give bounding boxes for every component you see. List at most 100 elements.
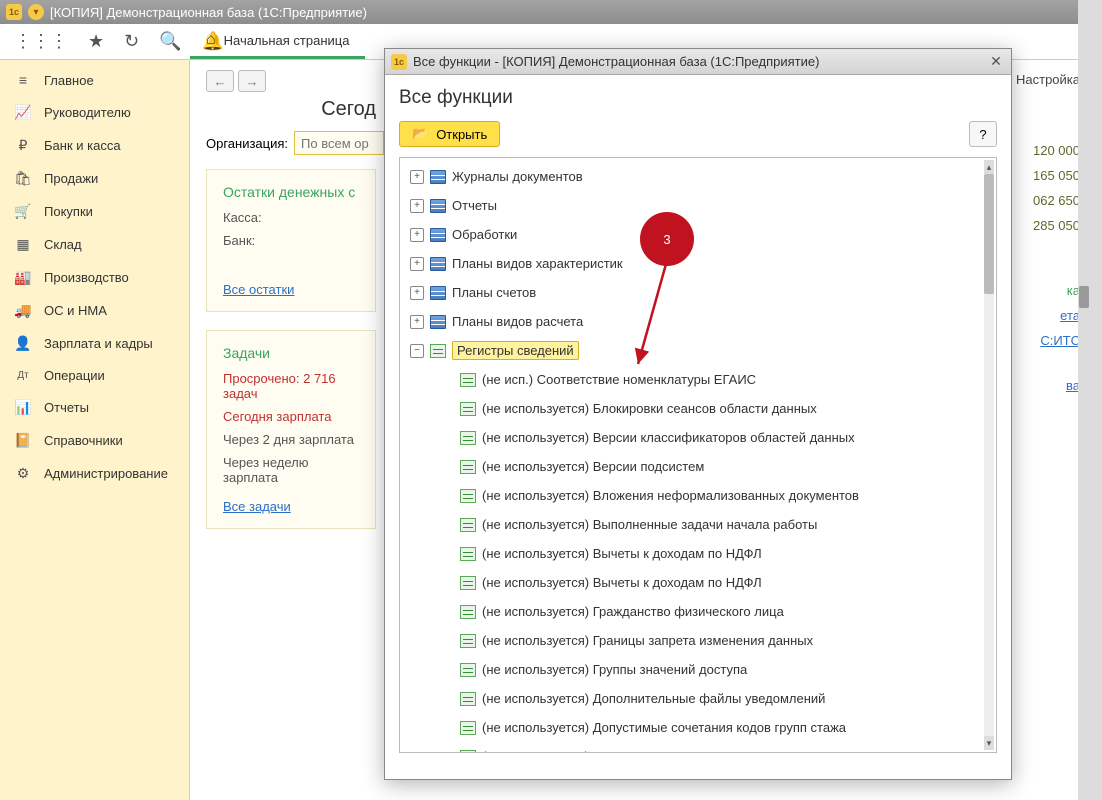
callout-arrow-icon bbox=[628, 258, 688, 378]
ruble-icon: ₽ bbox=[14, 137, 32, 154]
sidebar-item-catalogs[interactable]: 📔Справочники bbox=[0, 424, 189, 457]
tree-child-node[interactable]: (не используется) ЕСН Скидки к доходам bbox=[400, 742, 996, 753]
tree-node[interactable]: +Журналы документов bbox=[400, 162, 996, 191]
sidebar-item-sales[interactable]: 🛍Продажи bbox=[0, 162, 189, 195]
org-input[interactable] bbox=[294, 131, 384, 155]
balances-link[interactable]: Все остатки bbox=[223, 282, 294, 297]
sidebar-item-operations[interactable]: ДтОперации bbox=[0, 360, 189, 391]
balances-panel: Остатки денежных с Касса: Банк: Все оста… bbox=[206, 169, 376, 312]
tree-child-node[interactable]: (не используется) Выполненные задачи нач… bbox=[400, 510, 996, 539]
tasks-overdue: Просрочено: 2 716 задач bbox=[223, 371, 359, 401]
scroll-down-icon[interactable]: ▾ bbox=[984, 736, 994, 750]
node-label: (не используется) Вычеты к доходам по НД… bbox=[482, 546, 762, 561]
sidebar-item-warehouse[interactable]: ▦Склад bbox=[0, 228, 189, 261]
tree-child-node[interactable]: (не используется) Границы запрета измене… bbox=[400, 626, 996, 655]
expand-icon[interactable]: + bbox=[410, 286, 424, 300]
sidebar-item-hr[interactable]: 👤Зарплата и кадры bbox=[0, 327, 189, 360]
right-link[interactable]: ка bbox=[1010, 283, 1080, 298]
bag-icon: 🛍 bbox=[14, 170, 32, 187]
register-icon bbox=[460, 605, 476, 619]
right-link[interactable]: ва bbox=[1010, 378, 1080, 393]
register-icon bbox=[460, 460, 476, 474]
node-label: Планы видов расчета bbox=[452, 314, 583, 329]
home-tab[interactable]: ⌂ Начальная страница bbox=[190, 24, 365, 59]
tree-node[interactable]: +Обработки bbox=[400, 220, 996, 249]
expand-icon[interactable]: + bbox=[410, 315, 424, 329]
tasks-link[interactable]: Все задачи bbox=[223, 499, 291, 514]
node-icon bbox=[430, 228, 446, 242]
apps-icon[interactable]: ⋮⋮⋮ bbox=[14, 31, 68, 52]
sidebar-item-admin[interactable]: ⚙Администрирование bbox=[0, 457, 189, 490]
cart-icon: 🛒 bbox=[14, 203, 32, 220]
node-icon bbox=[430, 199, 446, 213]
star-icon[interactable]: ★ bbox=[88, 31, 104, 52]
debit-icon: Дт bbox=[14, 370, 32, 381]
register-icon bbox=[460, 431, 476, 445]
tree-child-node[interactable]: (не используется) Группы значений доступ… bbox=[400, 655, 996, 684]
node-label: (не исп.) Соответствие номенклатуры ЕГАИ… bbox=[482, 372, 756, 387]
home-icon: ⌂ bbox=[206, 31, 216, 49]
tree-child-node[interactable]: (не используется) Допустимые сочетания к… bbox=[400, 713, 996, 742]
right-link[interactable]: С:ИТС bbox=[1010, 333, 1080, 348]
right-link[interactable]: ета bbox=[1010, 308, 1080, 323]
help-button[interactable]: ? bbox=[969, 121, 997, 147]
node-label: Планы счетов bbox=[452, 285, 536, 300]
dropdown-icon[interactable]: ▾ bbox=[28, 4, 44, 20]
tree-child-node[interactable]: (не исп.) Соответствие номенклатуры ЕГАИ… bbox=[400, 365, 996, 394]
sidebar-item-manager[interactable]: 📈Руководителю bbox=[0, 96, 189, 129]
expand-icon[interactable]: + bbox=[410, 228, 424, 242]
collapse-icon[interactable]: − bbox=[410, 344, 424, 358]
tree-node[interactable]: +Отчеты bbox=[400, 191, 996, 220]
person-icon: 👤 bbox=[14, 335, 32, 352]
right-num: 165 050 bbox=[1010, 168, 1080, 183]
expand-icon[interactable]: + bbox=[410, 257, 424, 271]
settings-link[interactable]: Настройка bbox=[1010, 72, 1080, 87]
history-icon[interactable]: ↻ bbox=[124, 31, 139, 52]
tree-scrollbar[interactable]: ▴ ▾ bbox=[984, 160, 994, 750]
sidebar-item-purchases[interactable]: 🛒Покупки bbox=[0, 195, 189, 228]
callout-badge: 3 bbox=[640, 212, 694, 266]
tree-child-node[interactable]: (не используется) Версии подсистем bbox=[400, 452, 996, 481]
sidebar-item-assets[interactable]: 🚚ОС и НМА bbox=[0, 294, 189, 327]
sidebar-item-bank[interactable]: ₽Банк и касса bbox=[0, 129, 189, 162]
window-title: [КОПИЯ] Демонстрационная база (1С:Предпр… bbox=[50, 5, 367, 20]
node-label: (не используется) Допустимые сочетания к… bbox=[482, 720, 846, 735]
open-button[interactable]: 📂 Открыть bbox=[399, 121, 500, 147]
tree-child-node[interactable]: (не используется) Гражданство физическог… bbox=[400, 597, 996, 626]
tree-child-node[interactable]: (не используется) Блокировки сеансов обл… bbox=[400, 394, 996, 423]
tree-child-node[interactable]: (не используется) Вложения неформализова… bbox=[400, 481, 996, 510]
page-scrollbar[interactable] bbox=[1078, 0, 1090, 800]
tree-node-selected[interactable]: − Регистры сведений bbox=[400, 336, 996, 365]
tree-child-node[interactable]: (не используется) Вычеты к доходам по НД… bbox=[400, 568, 996, 597]
nav-back-button[interactable]: ← bbox=[206, 70, 234, 92]
page-scroll-thumb[interactable] bbox=[1079, 286, 1089, 308]
tree-node[interactable]: + Планы видов расчета bbox=[400, 307, 996, 336]
scroll-up-icon[interactable]: ▴ bbox=[984, 160, 994, 174]
right-num: 120 000 bbox=[1010, 143, 1080, 158]
factory-icon: 🏭 bbox=[14, 269, 32, 286]
expand-icon[interactable]: + bbox=[410, 199, 424, 213]
tree-child-node[interactable]: (не используется) Версии классификаторов… bbox=[400, 423, 996, 452]
right-num: 062 650 bbox=[1010, 193, 1080, 208]
folder-open-icon: 📂 bbox=[412, 126, 428, 142]
tree-node[interactable]: + Планы счетов bbox=[400, 278, 996, 307]
tree-node[interactable]: +Планы видов характеристик bbox=[400, 249, 996, 278]
sidebar-item-main[interactable]: ≡Главное bbox=[0, 64, 189, 96]
tree-child-node[interactable]: (не используется) Дополнительные файлы у… bbox=[400, 684, 996, 713]
nav-forward-button[interactable]: → bbox=[238, 70, 266, 92]
scroll-thumb[interactable] bbox=[984, 174, 994, 294]
sidebar-item-reports[interactable]: 📊Отчеты bbox=[0, 391, 189, 424]
node-icon bbox=[430, 257, 446, 271]
register-icon bbox=[460, 489, 476, 503]
node-label: Регистры сведений bbox=[452, 341, 579, 360]
sidebar-item-production[interactable]: 🏭Производство bbox=[0, 261, 189, 294]
node-label: (не используется) Выполненные задачи нач… bbox=[482, 517, 817, 532]
register-icon bbox=[460, 663, 476, 677]
search-icon[interactable]: 🔍 bbox=[159, 31, 181, 52]
register-icon bbox=[460, 402, 476, 416]
node-label: (не используется) Вычеты к доходам по НД… bbox=[482, 575, 762, 590]
tree-child-node[interactable]: (не используется) Вычеты к доходам по НД… bbox=[400, 539, 996, 568]
app-window: 1c ▾ [КОПИЯ] Демонстрационная база (1С:П… bbox=[0, 0, 1102, 800]
expand-icon[interactable]: + bbox=[410, 170, 424, 184]
close-icon[interactable]: ✕ bbox=[987, 53, 1005, 71]
